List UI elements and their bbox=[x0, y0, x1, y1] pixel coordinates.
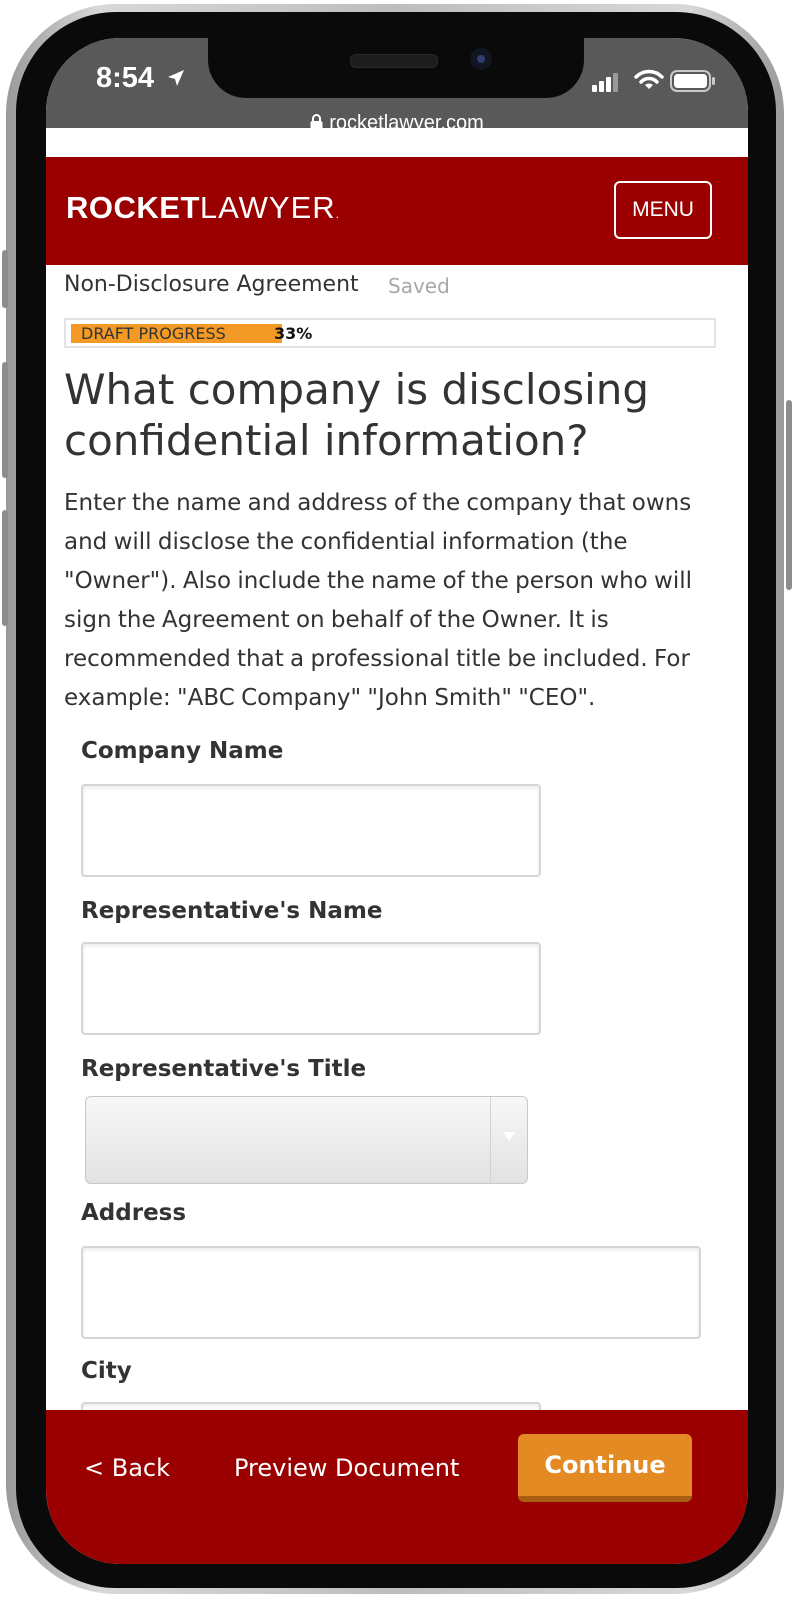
menu-button[interactable]: MENU bbox=[614, 181, 712, 239]
address-bar[interactable]: rocketlawyer.com bbox=[46, 112, 748, 135]
continue-button[interactable]: Continue bbox=[518, 1434, 692, 1502]
logo-bold-text: ROCKET bbox=[66, 190, 200, 225]
url-text: rocketlawyer.com bbox=[329, 112, 484, 134]
address-input[interactable] bbox=[81, 1246, 701, 1339]
volume-down-button bbox=[2, 510, 8, 626]
wifi-icon bbox=[634, 69, 664, 89]
rep-title-label: Representative's Title bbox=[81, 1056, 367, 1082]
power-button bbox=[786, 400, 792, 590]
draft-progress-bar: DRAFT PROGRESS 33% bbox=[64, 318, 716, 348]
progress-percent: 33% bbox=[274, 324, 313, 343]
lock-icon bbox=[310, 114, 323, 131]
front-camera bbox=[470, 48, 492, 70]
phone-screen: 8:54 rocketlawyer.com ROCKETLAWYER. MENU… bbox=[46, 38, 748, 1564]
question-description: Enter the name and address of the compan… bbox=[64, 490, 693, 711]
saved-status: Saved bbox=[388, 274, 450, 298]
status-time: 8:54 bbox=[96, 62, 155, 94]
battery-icon bbox=[670, 70, 715, 92]
location-arrow-icon bbox=[168, 70, 184, 86]
status-bar: 8:54 rocketlawyer.com bbox=[46, 38, 748, 134]
rep-name-input[interactable] bbox=[81, 942, 541, 1035]
logo-mark: . bbox=[335, 207, 340, 221]
logo-light-text: LAWYER bbox=[199, 190, 336, 225]
company-name-label: Company Name bbox=[81, 738, 284, 764]
city-label: City bbox=[81, 1358, 132, 1384]
mute-switch bbox=[2, 250, 8, 308]
select-divider bbox=[490, 1097, 491, 1183]
address-label: Address bbox=[81, 1200, 187, 1226]
footer-nav: < Back Preview Document Continue bbox=[46, 1410, 748, 1564]
site-header: ROCKETLAWYER. MENU bbox=[46, 157, 748, 265]
signal-icon bbox=[592, 73, 618, 92]
back-button[interactable]: < Back bbox=[84, 1454, 170, 1482]
rep-title-select[interactable] bbox=[85, 1096, 528, 1184]
rep-name-label: Representative's Name bbox=[81, 898, 383, 924]
document-title: Non-Disclosure Agreement bbox=[64, 272, 359, 297]
speaker-grille bbox=[350, 54, 438, 68]
question-heading: What company is disclosing confidential … bbox=[64, 365, 650, 465]
preview-document-link[interactable]: Preview Document bbox=[234, 1454, 459, 1482]
phone-notch bbox=[208, 38, 584, 98]
rocket-lawyer-logo[interactable]: ROCKETLAWYER. bbox=[66, 190, 339, 226]
company-name-input[interactable] bbox=[81, 784, 541, 877]
volume-up-button bbox=[2, 362, 8, 478]
chevron-down-icon bbox=[503, 1132, 515, 1141]
progress-label: DRAFT PROGRESS bbox=[81, 324, 226, 343]
